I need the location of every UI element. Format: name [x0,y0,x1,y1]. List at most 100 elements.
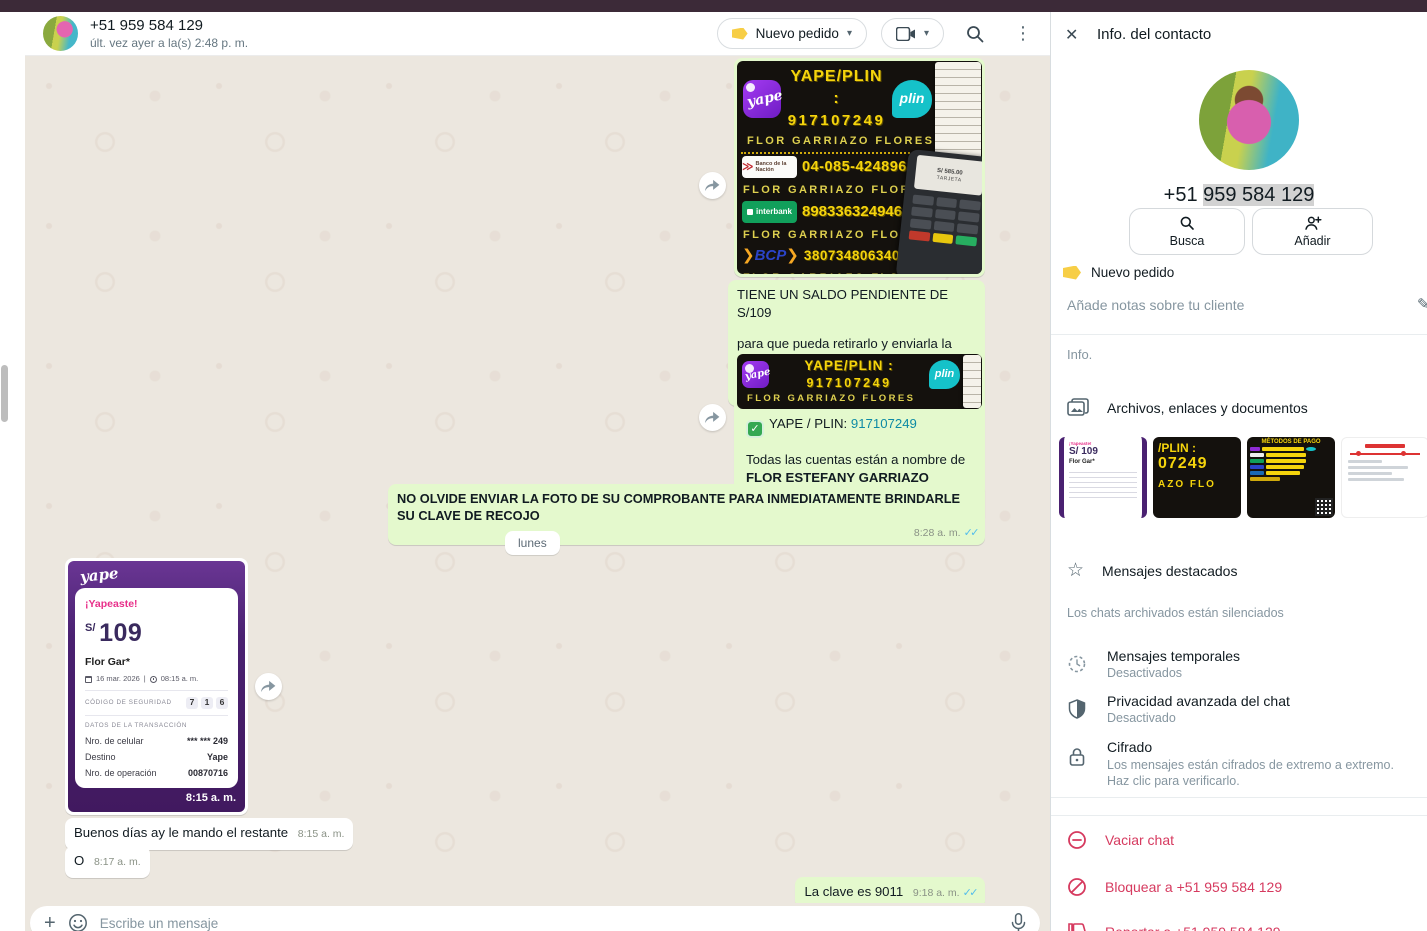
clear-chat-row[interactable]: Vaciar chat [1067,830,1174,850]
chat-pane: +51 959 584 129 últ. vez ayer a la(s) 2:… [25,12,1050,931]
receipt-title: ¡Yapeaste! [85,597,228,611]
order-tag-label: Nuevo pedido [1091,265,1174,280]
lock-icon [1069,747,1085,767]
interbank-account: 8983363249460 [802,202,910,222]
search-contact-button[interactable]: Busca [1129,208,1245,255]
pos-amount-label: TARJETA [936,175,962,184]
forward-arrow-icon [705,411,720,424]
star-icon: ☆ [1067,559,1084,582]
media-links-docs-row[interactable]: Archivos, enlaces y documentos [1067,398,1308,418]
forward-message-button[interactable] [699,404,726,431]
message-input[interactable] [100,916,999,931]
contact-info-panel: ✕ Info. del contacto +51 959 584 129 Bus… [1050,12,1427,931]
chat-menu-button[interactable]: ⋮ [1006,17,1040,51]
close-panel-button[interactable]: ✕ [1065,25,1078,45]
message-text: Todas las cuentas están a nombre de [746,451,973,469]
contact-header-info[interactable]: +51 959 584 129 últ. vez ayer a la(s) 2:… [90,17,717,50]
forward-message-button[interactable] [699,172,726,199]
starred-messages-label: Mensajes destacados [1102,563,1237,579]
new-order-button[interactable]: Nuevo pedido ▾ [717,18,867,49]
client-notes-field[interactable]: Añade notas sobre tu cliente [1067,297,1244,313]
chevron-down-icon: ▾ [924,28,929,39]
contact-avatar[interactable] [43,16,78,51]
microphone-icon[interactable] [1011,913,1026,931]
info-section-label: Info. [1067,347,1092,362]
message-text: Buenos días ay le mando el restante [74,825,288,840]
message-reminder[interactable]: NO OLVIDE ENVIAR LA FOTO DE SU COMPROBAN… [388,484,985,545]
report-contact-row[interactable]: Reportar a +51 959 584 129 [1067,923,1281,931]
media-thumb-plin-banner[interactable]: /PLIN : 07249 AZO FLO [1153,437,1241,518]
interbank-logo: interbank [742,201,797,223]
timer-icon [1067,654,1087,674]
encryption-row[interactable]: Cifrado Los mensajes están cifrados de e… [1067,739,1407,790]
media-thumb-metodos-banner[interactable]: MÉTODOS DE PAGO [1247,437,1335,518]
row-value: Yape [207,751,228,763]
video-call-button[interactable]: ▾ [881,18,944,49]
disappearing-messages-state: Desactivados [1107,666,1240,680]
thumb-plin-line3: AZO FLO [1158,479,1236,490]
security-digit: 6 [216,697,228,709]
block-contact-row[interactable]: Bloquear a +51 959 584 129 [1067,877,1282,897]
encryption-label: Cifrado [1107,739,1407,755]
message-time: 9:18 a. m. [913,887,960,899]
contact-phone-number[interactable]: +51 959 584 129 [1051,184,1427,207]
message-image-yape-receipt[interactable]: yape ¡Yapeaste! S/ 109 Flor Gar* 16 mar.… [65,558,248,815]
encryption-description: Los mensajes están cifrados de extremo a… [1107,757,1407,790]
receipt-time: 08:15 a. m. [161,674,199,684]
order-tag-row[interactable]: Nuevo pedido [1063,265,1174,280]
bcp-logo: ❯BCP❯ [742,246,799,266]
add-contact-button[interactable]: Añadir [1252,208,1373,255]
media-thumb-shipping-doc[interactable] [1341,437,1427,518]
search-in-chat-button[interactable] [958,17,992,51]
report-contact-label: Reportar a +51 959 584 129 [1105,924,1281,931]
contact-last-seen: últ. vez ayer a la(s) 2:48 p. m. [90,36,717,50]
message-text: La clave es 9011 [804,884,903,899]
banco-nacion-account: 04-085-424896 [802,158,907,178]
message-image-payment-banner[interactable]: S/ 585.00 TARJETA yape YAPE/PLIN : 91710… [734,58,985,277]
contact-photo[interactable] [1199,70,1299,170]
edit-notes-pencil-icon[interactable]: ✎ [1417,295,1427,313]
message-text: NO OLVIDE ENVIAR LA FOTO DE SU COMPROBAN… [397,490,976,525]
payment-banner-image: S/ 585.00 TARJETA yape YAPE/PLIN : 91710… [737,61,982,274]
panel-title: Info. del contacto [1097,26,1211,43]
attach-plus-icon[interactable]: + [44,912,56,931]
transaction-data-label: DATOS DE LA TRANSACCIÓN [85,722,228,731]
whatsapp-window: +51 959 584 129 últ. vez ayer a la(s) 2:… [0,0,1427,931]
message-clave[interactable]: La clave es 9011 9:18 a. m.✓✓ [795,877,985,903]
disappearing-messages-label: Mensajes temporales [1107,648,1240,664]
composer-bar: + [25,903,1050,931]
chat-list-edge [0,12,25,931]
disappearing-messages-row[interactable]: Mensajes temporales Desactivados [1067,648,1240,680]
person-add-icon [1304,215,1322,231]
phone-link[interactable]: 917107249 [851,416,917,431]
archived-chats-note: Los chats archivados están silenciados [1067,606,1284,620]
thumb-receipt-amount: S/ 109 [1069,446,1137,457]
message-time: 8:15 a. m. [298,828,345,840]
emoji-icon[interactable] [68,913,88,931]
message-time: 8:28 a. m. [914,527,961,539]
forward-message-button[interactable] [255,673,282,700]
thumb-plin-line2: 07249 [1158,455,1236,473]
read-ticks-icon: ✓✓ [964,527,977,539]
message-time-overlay: 8:15 a. m. [186,791,236,806]
chat-list-scrollbar[interactable] [1,365,8,422]
media-thumb-yape-receipt[interactable]: ¡Yapeaste! S/ 109 Flor Gar* [1059,437,1147,518]
banner-title: YAPE/PLIN : [787,66,886,109]
read-ticks-icon: ✓✓ [963,887,976,899]
payment-banner-crop: yape YAPE/PLIN : 917107249 plin FLOR GAR… [737,354,982,409]
receipt-date: 16 mar. 2026 [96,674,140,684]
banner-phone: 917107249 [787,111,886,131]
starred-messages-row[interactable]: ☆ Mensajes destacados [1067,559,1237,582]
forward-arrow-icon [705,179,720,192]
message-o[interactable]: O 8:17 a. m. [65,846,150,878]
search-icon [1179,215,1195,231]
advanced-privacy-row[interactable]: Privacidad avanzada del chat Desactivado [1067,693,1290,725]
account-holder: FLOR GARRIAZO FLORES [741,392,978,409]
row-label: Nro. de celular [85,735,144,747]
banner-phone: 917107249 [775,375,923,392]
receipt-payer: Flor Gar* [85,655,228,669]
yape-receipt-image: yape ¡Yapeaste! S/ 109 Flor Gar* 16 mar.… [68,561,245,812]
yape-app-icon: yape [743,80,781,118]
label-tag-icon [1063,266,1081,280]
video-camera-icon [896,27,916,41]
